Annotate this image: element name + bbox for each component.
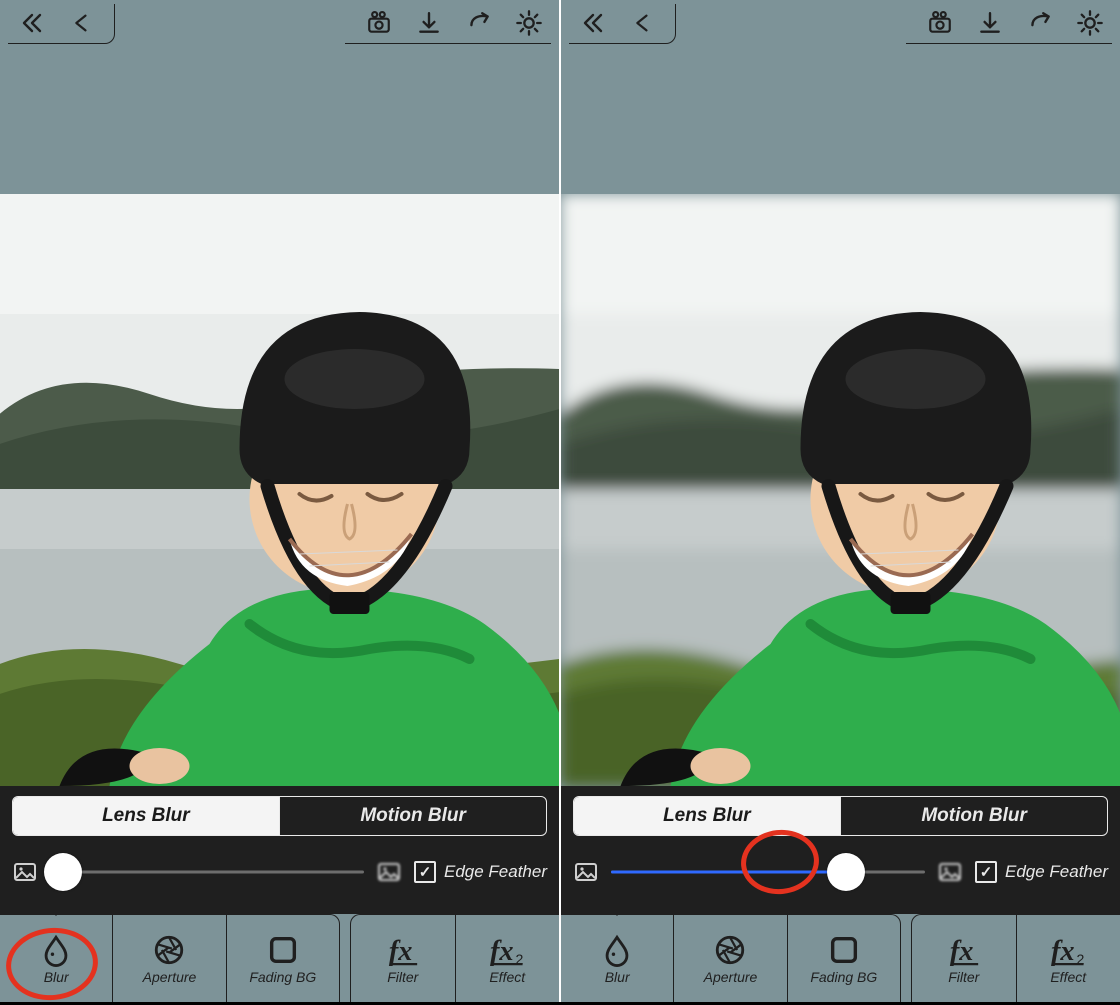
- photo-canvas[interactable]: [0, 194, 559, 786]
- gear-icon[interactable]: [1074, 7, 1106, 39]
- tab-filter[interactable]: Filter: [912, 915, 1016, 1002]
- edge-feather-label: Edge Feather: [1005, 862, 1108, 882]
- download-icon[interactable]: [413, 7, 445, 39]
- tab-aperture[interactable]: Aperture: [673, 915, 786, 1002]
- bottom-toolbar: Blur Aperture Fading BG Filter: [0, 914, 559, 1002]
- aperture-icon: [152, 933, 186, 967]
- topbar: [0, 0, 559, 48]
- double-chevron-left-icon[interactable]: [14, 7, 46, 39]
- motion-blur-tab[interactable]: Motion Blur: [280, 797, 546, 835]
- edge-feather-toggle[interactable]: ✓ Edge Feather: [975, 861, 1108, 883]
- square-icon: [827, 933, 861, 967]
- tab-group-edit: Blur Aperture Fading BG: [0, 914, 340, 1002]
- controls-panel: Lens Blur Motion Blur ✓ Edge Feather: [561, 786, 1120, 914]
- tab-effect[interactable]: Effect: [455, 915, 560, 1002]
- pane-right: Lens Blur Motion Blur ✓ Edge Feather: [561, 0, 1120, 1002]
- square-icon: [266, 933, 300, 967]
- picture-sharp-icon: [12, 859, 38, 885]
- picture-blur-icon: [937, 859, 963, 885]
- aperture-icon: [713, 933, 747, 967]
- blur-amount-slider[interactable]: [50, 856, 364, 888]
- lens-blur-tab[interactable]: Lens Blur: [574, 797, 840, 835]
- tab-aperture[interactable]: Aperture: [112, 915, 225, 1002]
- slider-knob[interactable]: [827, 853, 865, 891]
- blur-type-segmented: Lens Blur Motion Blur: [573, 796, 1108, 836]
- topbar: [561, 0, 1120, 48]
- tab-group-fx: Filter Effect: [911, 914, 1120, 1002]
- tab-effect[interactable]: Effect: [1016, 915, 1120, 1002]
- tab-blur[interactable]: Blur: [0, 915, 112, 1002]
- photo-canvas[interactable]: [561, 194, 1120, 786]
- blur-amount-slider[interactable]: [611, 856, 925, 888]
- tab-group-fx: Filter Effect: [350, 914, 559, 1002]
- tab-blur[interactable]: Blur: [561, 915, 673, 1002]
- slider-knob[interactable]: [44, 853, 82, 891]
- active-caret-icon: [608, 906, 626, 916]
- double-chevron-left-icon[interactable]: [575, 7, 607, 39]
- header-spacer: [561, 48, 1120, 194]
- chevron-left-icon[interactable]: [625, 7, 657, 39]
- tab-fading-bg[interactable]: Fading BG: [226, 915, 339, 1002]
- chevron-left-icon[interactable]: [64, 7, 96, 39]
- fx2-icon: [1051, 933, 1085, 967]
- share-icon[interactable]: [463, 7, 495, 39]
- share-icon[interactable]: [1024, 7, 1056, 39]
- picture-sharp-icon: [573, 859, 599, 885]
- fx2-icon: [490, 933, 524, 967]
- bottom-toolbar: Blur Aperture Fading BG Filter: [561, 914, 1120, 1002]
- blur-type-segmented: Lens Blur Motion Blur: [12, 796, 547, 836]
- checkbox-icon: ✓: [975, 861, 997, 883]
- pane-left: Lens Blur Motion Blur ✓ Edge Feather: [0, 0, 559, 1002]
- fx-icon: [947, 933, 981, 967]
- controls-panel: Lens Blur Motion Blur ✓ Edge Feather: [0, 786, 559, 914]
- topbar-right-group: [345, 4, 551, 44]
- picture-blur-icon: [376, 859, 402, 885]
- tab-fading-bg[interactable]: Fading BG: [787, 915, 900, 1002]
- camera-icon[interactable]: [924, 7, 956, 39]
- topbar-right-group: [906, 4, 1112, 44]
- tab-filter[interactable]: Filter: [351, 915, 455, 1002]
- active-caret-icon: [47, 906, 65, 916]
- topbar-left-group: [569, 4, 676, 44]
- lens-blur-tab[interactable]: Lens Blur: [13, 797, 279, 835]
- edge-feather-label: Edge Feather: [444, 862, 547, 882]
- camera-icon[interactable]: [363, 7, 395, 39]
- motion-blur-tab[interactable]: Motion Blur: [841, 797, 1107, 835]
- download-icon[interactable]: [974, 7, 1006, 39]
- header-spacer: [0, 48, 559, 194]
- topbar-left-group: [8, 4, 115, 44]
- gear-icon[interactable]: [513, 7, 545, 39]
- blur-slider-row: ✓ Edge Feather: [573, 848, 1108, 896]
- blur-slider-row: ✓ Edge Feather: [12, 848, 547, 896]
- edge-feather-toggle[interactable]: ✓ Edge Feather: [414, 861, 547, 883]
- drop-icon: [39, 933, 73, 967]
- checkbox-icon: ✓: [414, 861, 436, 883]
- drop-icon: [600, 933, 634, 967]
- tab-group-edit: Blur Aperture Fading BG: [561, 914, 901, 1002]
- fx-icon: [386, 933, 420, 967]
